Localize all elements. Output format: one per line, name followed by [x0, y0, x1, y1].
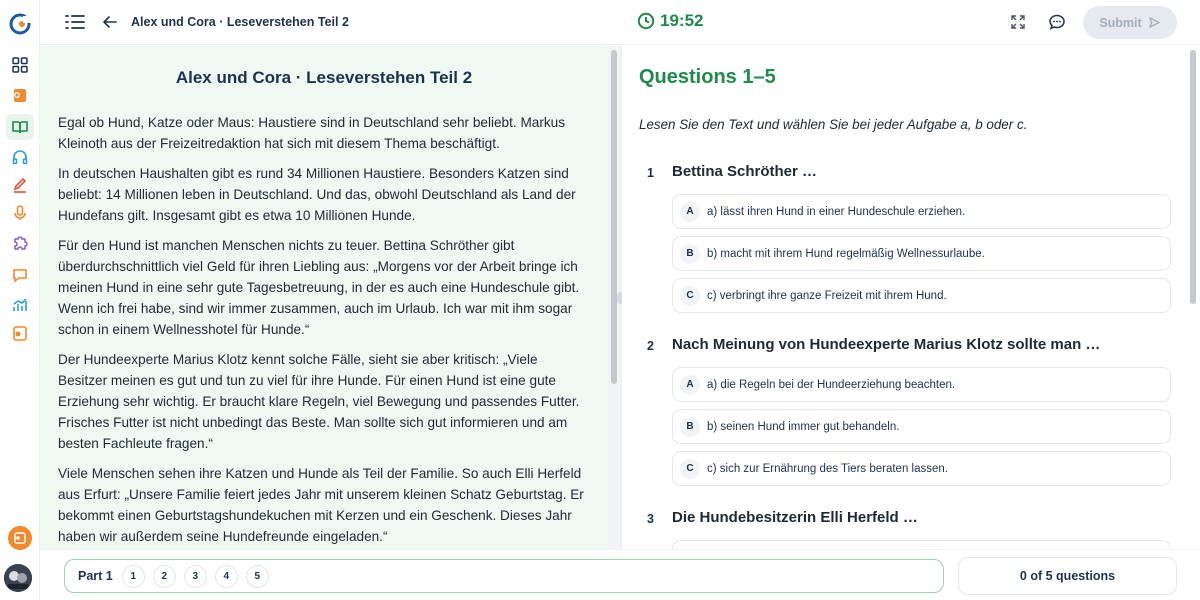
reading-paragraph: In deutschen Haushalten gibt es rund 34 …: [58, 166, 576, 223]
question-chip-2[interactable]: 2: [152, 564, 176, 588]
option-text: a) die Regeln bei der Hundeerziehung bea…: [707, 378, 956, 391]
option-text: c) sich zur Ernährung des Tiers beraten …: [707, 462, 948, 475]
question-chip-4[interactable]: 4: [214, 564, 238, 588]
option-text: a) lässt ihren Hund in einer Hundeschule…: [707, 205, 966, 218]
part-label: Part 1: [78, 569, 113, 583]
chat-icon[interactable]: [1048, 13, 1066, 31]
notes-badge-icon[interactable]: [8, 526, 32, 550]
top-header: Alex und Cora · Leseverstehen Teil 2 19:…: [40, 0, 1200, 45]
option-badge: B: [680, 243, 700, 264]
reading-paragraph: Viele Menschen sehen ihre Katzen und Hun…: [58, 466, 584, 544]
option-text: b) macht mit ihrem Hund regelmäßig Welln…: [707, 247, 985, 260]
answer-option-2c[interactable]: C c) sich zur Ernährung des Tiers berate…: [672, 451, 1171, 486]
chat-bubble-icon[interactable]: [6, 262, 34, 288]
question-number: 2: [647, 339, 654, 353]
question-text: Nach Meinung von Hundeexperte Marius Klo…: [672, 336, 1101, 353]
option-badge: A: [680, 201, 700, 222]
dashboard-icon[interactable]: [6, 52, 34, 78]
reading-paragraph: Egal ob Hund, Katze oder Maus: Haustiere…: [58, 115, 566, 151]
question-chip-3[interactable]: 3: [183, 564, 207, 588]
avatar[interactable]: [4, 564, 32, 592]
questions-heading: Questions 1–5: [639, 66, 776, 88]
reading-title: Alex und Cora · Leseverstehen Teil 2: [175, 68, 473, 87]
document-icon[interactable]: [6, 320, 34, 346]
answer-option-3a[interactable]: [672, 540, 1171, 549]
part-navigator[interactable]: Part 1 1 2 3 4 5: [64, 559, 944, 593]
reading-scrollbar-thumb[interactable]: [611, 50, 617, 384]
option-badge: C: [680, 285, 700, 306]
option-badge: C: [680, 458, 700, 479]
fullscreen-icon[interactable]: [1010, 14, 1026, 30]
question-chip-5[interactable]: 5: [245, 564, 269, 588]
question-number: 3: [647, 512, 654, 526]
answer-option-1a[interactable]: A a) lässt ihren Hund in einer Hundeschu…: [672, 194, 1171, 229]
questions-scrollbar[interactable]: [1186, 46, 1200, 549]
questions-pane: Questions 1–5 Lesen Sie den Text und wäh…: [622, 46, 1186, 549]
submit-button[interactable]: Submit: [1083, 6, 1177, 39]
option-badge: A: [680, 374, 700, 395]
side-rail: [0, 0, 40, 600]
question-text: Die Hundebesitzerin Elli Herfeld …: [672, 509, 918, 526]
puzzle-icon[interactable]: [6, 230, 34, 256]
answer-option-1c[interactable]: C c) verbringt ihre ganze Freizeit mit i…: [672, 278, 1171, 313]
submit-label: Submit: [1099, 15, 1142, 30]
question-text: Bettina Schröther …: [672, 163, 818, 180]
option-text: c) verbringt ihre ganze Freizeit mit ihr…: [707, 289, 947, 302]
reading-paragraph: Für den Hund ist manchen Menschen nichts…: [58, 238, 580, 337]
microphone-icon[interactable]: [6, 200, 34, 226]
questions-scrollbar-thumb[interactable]: [1190, 50, 1196, 304]
app-logo-icon[interactable]: [8, 12, 32, 36]
answer-option-1b[interactable]: B b) macht mit ihrem Hund regelmäßig Wel…: [672, 236, 1171, 271]
answer-option-2b[interactable]: B b) seinen Hund immer gut behandeln.: [672, 409, 1171, 444]
page-title: Alex und Cora · Leseverstehen Teil 2: [131, 15, 349, 29]
headphones-icon[interactable]: [6, 144, 34, 170]
question-number: 1: [647, 166, 654, 180]
clock-icon: [637, 12, 655, 30]
footer: Part 1 1 2 3 4 5 0 of 5 questions: [40, 549, 1200, 600]
option-badge: B: [680, 416, 700, 437]
pencil-icon[interactable]: [6, 172, 34, 198]
option-text: b) seinen Hund immer gut behandeln.: [707, 420, 900, 433]
progress-counter: 0 of 5 questions: [958, 557, 1177, 595]
send-icon: [1148, 17, 1160, 28]
timer: 19:52: [637, 11, 703, 31]
question-chip-1[interactable]: 1: [121, 564, 145, 588]
instructions: Lesen Sie den Text und wählen Sie bei je…: [639, 117, 1028, 132]
back-arrow-icon[interactable]: [102, 13, 118, 31]
book-icon[interactable]: [6, 114, 34, 140]
reading-paragraph: Der Hundeexperte Marius Klotz kennt solc…: [58, 352, 580, 451]
timer-value: 19:52: [660, 11, 704, 30]
menu-icon[interactable]: [64, 12, 86, 32]
answer-option-2a[interactable]: A a) die Regeln bei der Hundeerziehung b…: [672, 367, 1171, 402]
notes-icon[interactable]: [6, 82, 34, 108]
stats-icon[interactable]: [6, 292, 34, 318]
reading-pane: Alex und Cora · Leseverstehen Teil 2 Ega…: [40, 46, 608, 549]
